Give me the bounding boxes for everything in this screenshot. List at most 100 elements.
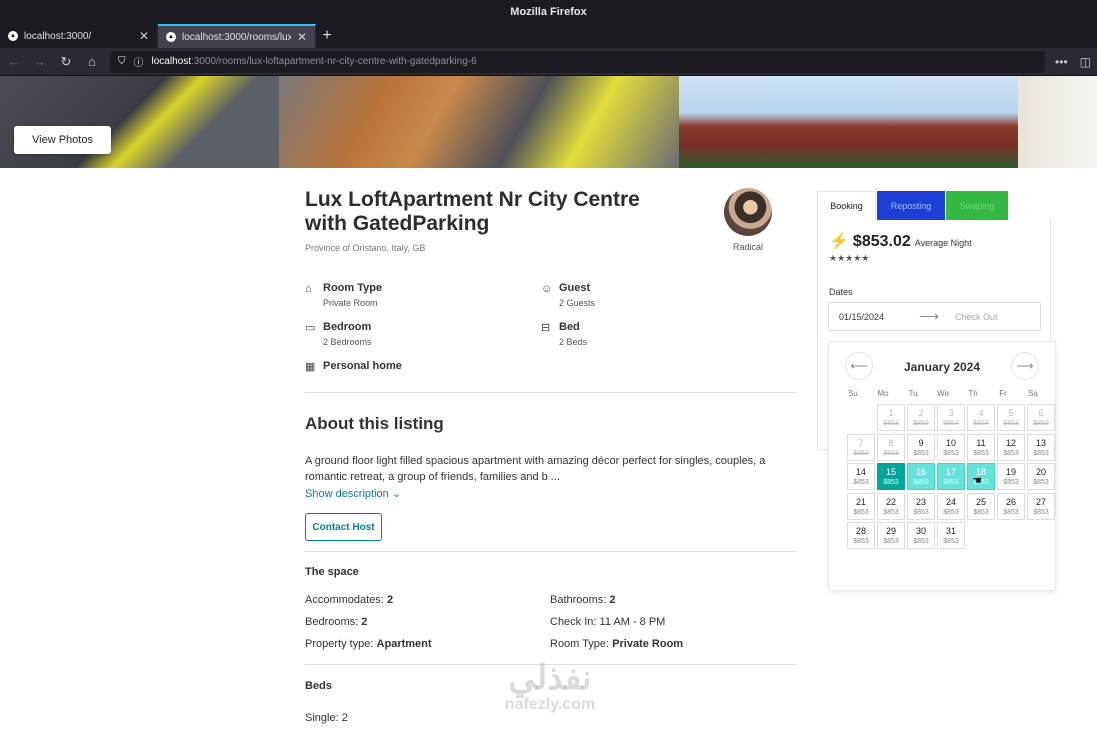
day-number: 30	[915, 526, 926, 536]
bathrooms-row: Bathrooms: 2	[550, 594, 616, 606]
calendar-day[interactable]: 30 $853	[907, 522, 935, 549]
weekday-label: Fr	[999, 389, 1007, 398]
calendar-day[interactable]: 15 $853	[877, 463, 905, 490]
home-icon[interactable]: ⌂	[84, 54, 100, 69]
day-number: 7	[858, 437, 864, 448]
calendar-day[interactable]: 5 $853	[997, 404, 1025, 431]
weekday-label: We	[937, 389, 949, 398]
day-number: 24	[945, 496, 956, 507]
watermark-arabic: نفذلي	[508, 659, 592, 697]
divider	[305, 392, 796, 393]
day-number: 26	[1005, 496, 1016, 507]
new-tab-button[interactable]: +	[316, 24, 338, 48]
check-in-input[interactable]: 01/15/2024	[829, 312, 911, 322]
calendar-day[interactable]: 25 $853	[967, 492, 995, 520]
info-icon[interactable]: ⓘ	[134, 54, 144, 69]
property-type-row: Property type: Apartment	[305, 638, 432, 650]
close-tab-icon[interactable]: ✕	[297, 30, 307, 44]
calendar-day[interactable]: 31 $853	[937, 522, 965, 549]
day-price: $853	[943, 420, 959, 427]
calendar-day[interactable]: 19 $853	[997, 463, 1025, 490]
host-avatar[interactable]	[724, 188, 772, 236]
calendar-day[interactable]: 20 $853	[1027, 463, 1055, 490]
day-price: $853	[913, 538, 929, 545]
calendar-day[interactable]: 11 $853	[967, 433, 995, 461]
feature-label: Room Type	[323, 282, 383, 294]
day-price: $853	[1033, 508, 1049, 516]
view-photos-button[interactable]: View Photos	[14, 126, 111, 154]
church-photo[interactable]	[679, 76, 1018, 168]
browser-tab-home[interactable]: ▲ localhost:3000/ ✕	[0, 24, 158, 48]
calendar-day[interactable]: 26 $853	[997, 492, 1025, 520]
url-text: localhost:3000/rooms/lux-loftapartment-n…	[151, 56, 477, 67]
feature-label: Bed	[559, 321, 580, 333]
calendar-day[interactable]: 27 $853	[1027, 492, 1055, 520]
nightly-price: $853.02	[852, 233, 911, 250]
back-icon[interactable]: ←	[6, 54, 22, 69]
day-price: $853	[853, 449, 869, 457]
calendar-day[interactable]: 23 $853	[907, 492, 935, 520]
bed-icon: ⊟	[541, 322, 551, 334]
host-profile[interactable]: Radical	[718, 188, 778, 252]
day-number: 3	[948, 408, 954, 418]
mouse-pointer-icon: ☚	[972, 475, 982, 487]
accommodates-row: Accommodates: 2	[305, 594, 394, 606]
calendar-day[interactable]: 13 $853	[1027, 433, 1055, 461]
reload-icon[interactable]: ↻	[58, 54, 74, 70]
tab-title: localhost:3000/rooms/lux	[182, 31, 291, 43]
calendar-day[interactable]: 10 $853	[937, 433, 965, 461]
day-number: 6	[1038, 408, 1044, 418]
guest-icon: ☺	[541, 283, 553, 295]
living-room-photo[interactable]	[0, 76, 279, 168]
listing-title: Lux LoftApartment Nr City Centre with Ga…	[305, 188, 640, 235]
day-number: 4	[978, 408, 984, 418]
day-number: 28	[855, 526, 866, 536]
calendar-day[interactable]: 1 $853	[877, 404, 905, 431]
url-bar[interactable]: ⛉ ⓘ localhost:3000/rooms/lux-loftapartme…	[110, 50, 1046, 73]
calendar-day[interactable]: 22 $853	[877, 492, 905, 520]
photo-gallery[interactable]: View Photos	[0, 76, 1097, 168]
calendar-day[interactable]: 29 $853	[877, 522, 905, 549]
calendar-day[interactable]: 24 $853	[937, 492, 965, 520]
calendar-day[interactable]: 8 $853	[877, 433, 905, 461]
calendar-day[interactable]: 17 $853	[937, 463, 965, 490]
day-number: 20	[1035, 467, 1046, 477]
interior-photo[interactable]	[1018, 76, 1097, 168]
date-range-picker[interactable]: 01/15/2024 ⟶ Check Out	[828, 302, 1041, 331]
contact-host-button[interactable]: Contact Host	[305, 513, 382, 541]
day-number: 14	[855, 467, 866, 477]
tab-booking[interactable]: Booking	[817, 191, 876, 220]
feature-personal-home: ▦ Personal home	[305, 360, 541, 374]
show-description-link[interactable]: Show description ⌄	[305, 487, 796, 500]
day-number: 11	[976, 437, 986, 448]
calendar-day[interactable]: 2 $853	[907, 404, 935, 431]
day-price: $853	[1003, 479, 1019, 486]
check-out-input[interactable]: Check Out	[947, 312, 998, 322]
next-month-button[interactable]: ⟶	[1011, 352, 1039, 380]
calendar-day[interactable]: 14 $853	[847, 463, 875, 490]
pocket-icon[interactable]: ◫	[1080, 55, 1091, 69]
close-tab-icon[interactable]: ✕	[139, 29, 149, 43]
tab-swaping[interactable]: Swaping	[946, 191, 1008, 220]
calendar-day[interactable]: 12 $853	[997, 433, 1025, 461]
tab-reposting[interactable]: Reposting	[877, 191, 945, 220]
day-price: $853	[943, 508, 959, 516]
browser-tab-room[interactable]: ▲ localhost:3000/rooms/lux ✕	[158, 24, 316, 48]
more-menu-icon[interactable]: •••	[1055, 55, 1068, 69]
day-price: $853	[853, 508, 869, 516]
day-number: 16	[915, 467, 926, 477]
calendar-day[interactable]: 9 $853	[907, 433, 935, 461]
calendar-day[interactable]: 7 $853	[847, 433, 875, 461]
day-price: $853	[943, 538, 959, 545]
shield-icon[interactable]: ⛉	[118, 56, 126, 67]
forward-icon[interactable]: →	[32, 54, 48, 69]
day-number: 13	[1035, 437, 1046, 448]
calendar-day[interactable]: 16 $853	[907, 463, 935, 490]
calendar-day[interactable]: 4 $853	[967, 404, 995, 431]
calendar-day[interactable]: 28 $853	[847, 522, 875, 549]
arrow-right-icon: ⟶	[918, 308, 940, 324]
calendar-day[interactable]: 3 $853	[937, 404, 965, 431]
calendar-day[interactable]: 21 $853	[847, 492, 875, 520]
calendar-day[interactable]: 6 $853	[1027, 404, 1055, 431]
sofa-photo[interactable]	[279, 76, 679, 168]
